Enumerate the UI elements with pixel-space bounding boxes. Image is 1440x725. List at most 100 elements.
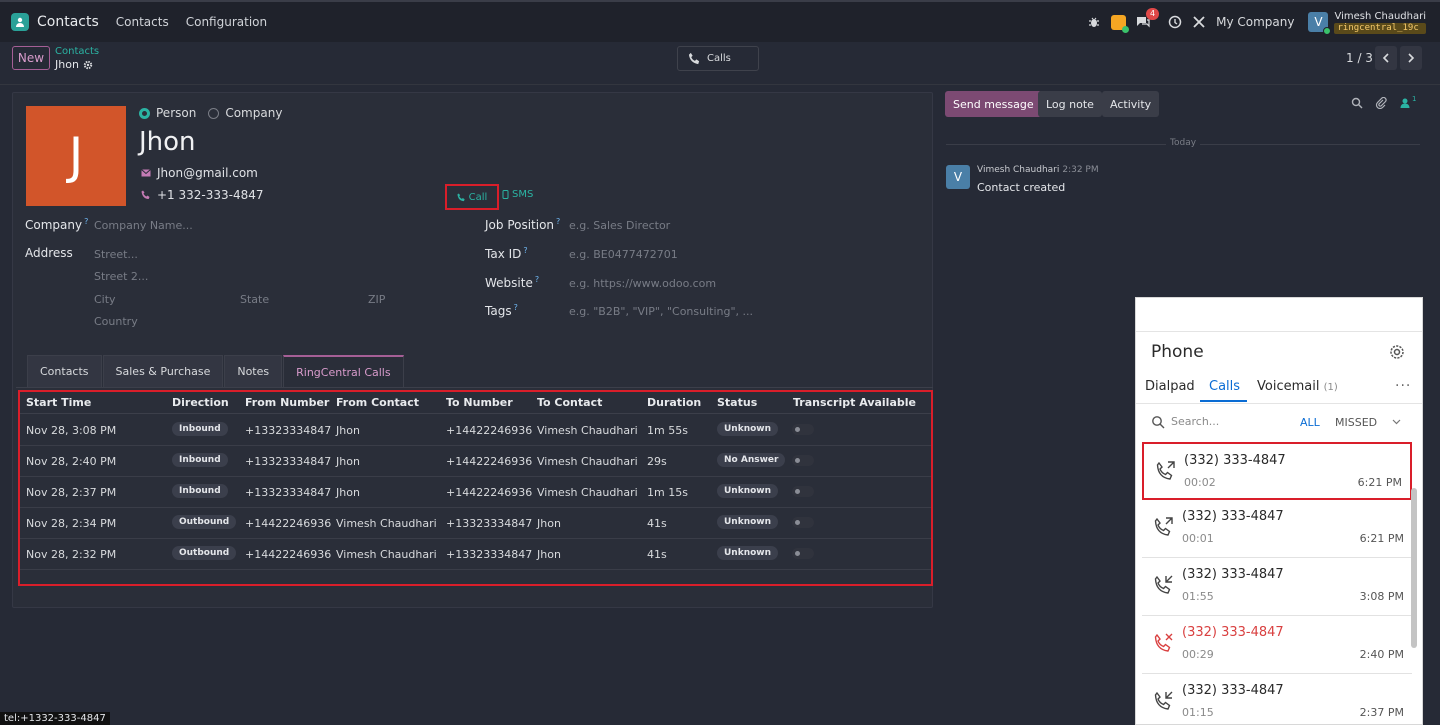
col-duration[interactable]: Duration <box>647 396 701 409</box>
tab-contacts[interactable]: Contacts <box>27 355 102 387</box>
gear-icon[interactable] <box>83 60 93 70</box>
app-name[interactable]: Contacts <box>37 14 99 30</box>
call-log-item[interactable]: (332) 333-4847 01:55 3:08 PM <box>1142 558 1412 616</box>
phone-icon <box>688 52 700 65</box>
user-avatar[interactable]: V <box>1308 12 1332 35</box>
user-menu[interactable]: Vimesh Chaudhari ringcentral_19c <box>1334 11 1426 34</box>
activity-button[interactable]: Activity <box>1102 91 1160 117</box>
status-badge: Unknown <box>717 515 779 529</box>
table-header: Start Time Direction From Number From Co… <box>20 392 931 414</box>
chevron-down-icon[interactable] <box>1392 415 1401 425</box>
pager-previous-button[interactable] <box>1375 46 1397 70</box>
company-switcher[interactable]: My Company <box>1216 15 1294 29</box>
send-message-button[interactable]: Send message <box>945 91 1042 117</box>
filter-missed[interactable]: MISSED <box>1335 416 1377 429</box>
call-list-scrollbar[interactable] <box>1411 488 1417 648</box>
radio-person-label[interactable]: Person <box>156 106 196 120</box>
country-input[interactable]: Country <box>94 315 138 328</box>
col-to-contact[interactable]: To Contact <box>537 396 602 409</box>
table-row[interactable]: Nov 28, 3:08 PM Inbound +13323334847 Jho… <box>20 415 931 446</box>
call-number: (332) 333-4847 <box>1182 625 1284 640</box>
ringcentral-calls-table: Start Time Direction From Number From Co… <box>18 390 933 586</box>
menu-configuration[interactable]: Configuration <box>186 15 267 29</box>
job-position-input[interactable]: e.g. Sales Director <box>569 219 670 232</box>
calls-smart-button[interactable]: Calls <box>677 46 759 71</box>
street-input[interactable]: Street... <box>94 248 138 261</box>
tab-sales-purchase[interactable]: Sales & Purchase <box>102 355 224 387</box>
email-field[interactable]: Jhon@gmail.com <box>141 166 258 180</box>
website-input[interactable]: e.g. https://www.odoo.com <box>569 277 716 290</box>
col-transcript[interactable]: Transcript Available <box>793 396 916 409</box>
phone-field[interactable]: +1 332-333-4847 <box>141 188 264 202</box>
company-input[interactable]: Company Name... <box>94 219 193 232</box>
zip-input[interactable]: ZIP <box>368 293 385 306</box>
top-navbar: Contacts Contacts Configuration 4 My Com… <box>0 0 1440 42</box>
table-row[interactable]: Nov 28, 2:37 PM Inbound +13323334847 Jho… <box>20 477 931 508</box>
breadcrumb-parent[interactable]: Contacts <box>55 46 99 57</box>
bug-icon[interactable] <box>1087 15 1101 29</box>
log-note-button[interactable]: Log note <box>1038 91 1102 117</box>
pager-next-button[interactable] <box>1400 46 1422 70</box>
cell-duration: 41s <box>647 548 667 561</box>
contact-form-sheet: J Person Company Jhon Jhon@gmail.com +1 … <box>12 92 933 608</box>
date-label: Today <box>1166 138 1201 148</box>
followers-icon[interactable] <box>1399 97 1411 109</box>
search-icon[interactable] <box>1351 97 1363 109</box>
col-from-number[interactable]: From Number <box>245 396 329 409</box>
sms-button[interactable]: SMS <box>502 189 533 200</box>
state-input[interactable]: State <box>240 293 269 306</box>
transcript-toggle[interactable] <box>792 424 814 435</box>
transcript-toggle[interactable] <box>792 548 814 559</box>
col-start-time[interactable]: Start Time <box>26 396 91 409</box>
radio-company[interactable] <box>208 107 220 119</box>
col-status[interactable]: Status <box>717 396 757 409</box>
tax-id-input[interactable]: e.g. BE0477472701 <box>569 248 678 261</box>
transcript-toggle[interactable] <box>792 486 814 497</box>
phone-tab-calls[interactable]: Calls <box>1209 379 1240 394</box>
new-button[interactable]: New <box>12 46 50 70</box>
col-to-number[interactable]: To Number <box>446 396 513 409</box>
cell-from-number: +13323334847 <box>245 455 332 468</box>
call-button[interactable]: Call <box>445 184 499 210</box>
radio-company-label[interactable]: Company <box>225 106 282 120</box>
cell-to-contact: Vimesh Chaudhari <box>537 424 638 437</box>
call-log-item[interactable]: (332) 333-4847 00:01 6:21 PM <box>1142 500 1412 558</box>
transcript-toggle[interactable] <box>792 455 814 466</box>
table-row[interactable]: Nov 28, 2:34 PM Outbound +14422246936 Vi… <box>20 508 931 539</box>
city-input[interactable]: City <box>94 293 116 306</box>
menu-contacts[interactable]: Contacts <box>116 15 169 29</box>
settings-gear-icon[interactable] <box>1388 343 1406 361</box>
contact-name-field[interactable]: Jhon <box>139 127 196 157</box>
col-direction[interactable]: Direction <box>172 396 229 409</box>
call-log-item[interactable]: (332) 333-4847 00:02 6:21 PM <box>1142 442 1412 500</box>
chevron-right-icon <box>1408 53 1415 63</box>
tags-input[interactable]: e.g. "B2B", "VIP", "Consulting", ... <box>569 305 753 318</box>
missed-call-icon <box>1152 631 1176 655</box>
call-search-input[interactable]: Search... <box>1171 415 1219 428</box>
tab-notes[interactable]: Notes <box>224 355 283 387</box>
paperclip-icon[interactable] <box>1375 96 1387 110</box>
tools-icon[interactable] <box>1192 15 1206 29</box>
street2-input[interactable]: Street 2... <box>94 270 148 283</box>
call-log-item[interactable]: (332) 333-4847 01:15 2:37 PM <box>1142 674 1412 724</box>
chat-icon[interactable]: 4 <box>1136 8 1160 29</box>
phone-tab-voicemail[interactable]: Voicemail (1) <box>1257 379 1338 394</box>
transcript-toggle[interactable] <box>792 517 814 528</box>
cell-to-number: +14422246936 <box>446 424 533 437</box>
clock-icon[interactable] <box>1168 15 1182 29</box>
more-options-icon[interactable]: ··· <box>1395 378 1411 394</box>
col-from-contact[interactable]: From Contact <box>336 396 419 409</box>
ringcentral-icon[interactable] <box>1111 14 1130 33</box>
filter-all[interactable]: ALL <box>1300 416 1320 429</box>
phone-tab-dialpad[interactable]: Dialpad <box>1145 379 1195 394</box>
call-duration: 00:01 <box>1182 532 1214 545</box>
contact-avatar[interactable]: J <box>26 106 126 206</box>
tab-ringcentral-calls[interactable]: RingCentral Calls <box>283 355 404 387</box>
table-row[interactable]: Nov 28, 2:40 PM Inbound +13323334847 Jho… <box>20 446 931 477</box>
table-row[interactable]: Nov 28, 2:32 PM Outbound +14422246936 Vi… <box>20 539 931 570</box>
call-log-item[interactable]: (332) 333-4847 00:29 2:40 PM <box>1142 616 1412 674</box>
phone-title: Phone <box>1151 342 1204 362</box>
contacts-app-icon[interactable] <box>11 13 29 31</box>
radio-person[interactable] <box>139 107 150 119</box>
message-author-avatar[interactable]: V <box>946 165 970 189</box>
